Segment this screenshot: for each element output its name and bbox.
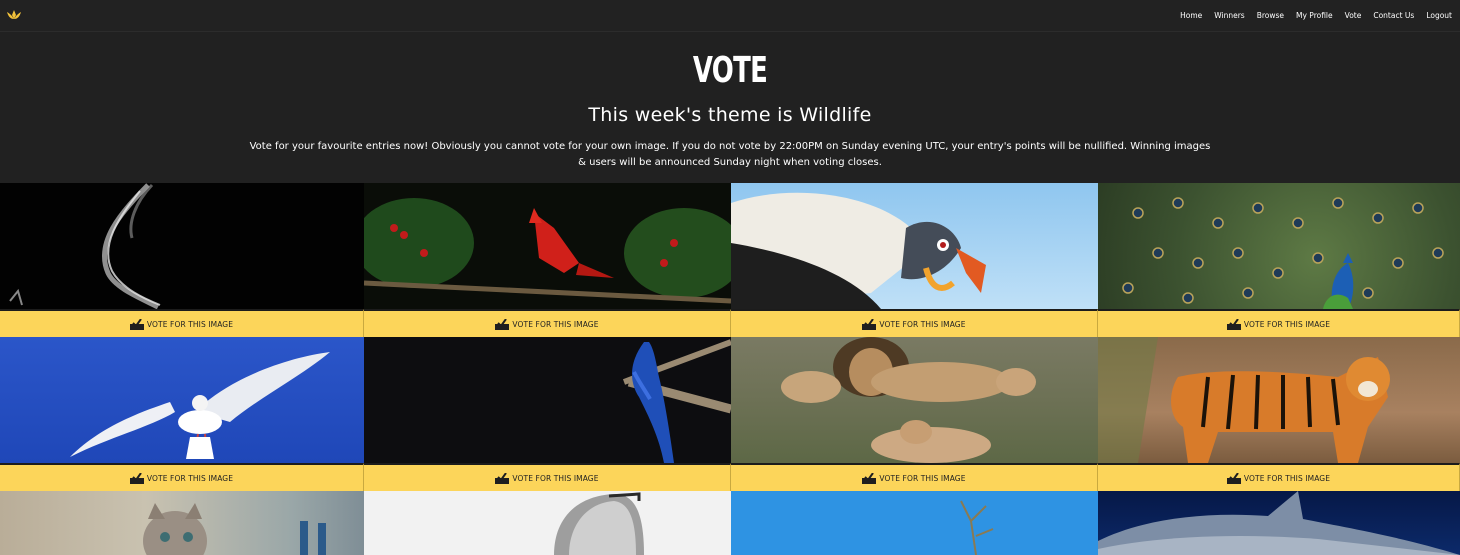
entry-card: VOTE FOR THIS IMAGE xyxy=(1098,183,1460,337)
seagull-image[interactable] xyxy=(0,337,364,463)
voting-instructions: Vote for your favourite entries now! Obv… xyxy=(249,141,1211,168)
tiger-image[interactable] xyxy=(1098,337,1460,463)
nav-vote-link[interactable]: Vote xyxy=(1345,11,1362,20)
nav-browse-link[interactable]: Browse xyxy=(1257,11,1284,20)
entry-card: VOTE FOR THIS IMAGE xyxy=(364,337,731,491)
top-navbar: Home Winners Browse My Profile Vote Cont… xyxy=(0,0,1460,32)
vote-button[interactable]: VOTE FOR THIS IMAGE xyxy=(1098,309,1460,337)
horse-image[interactable] xyxy=(364,491,731,555)
nav-contact-us-link[interactable]: Contact Us xyxy=(1373,11,1414,20)
ballot-box-check-icon xyxy=(1226,318,1241,330)
vote-button[interactable]: VOTE FOR THIS IMAGE xyxy=(731,309,1098,337)
entry-card: VOTE FOR THIS IMAGE xyxy=(731,337,1098,491)
vote-button-label: VOTE FOR THIS IMAGE xyxy=(1243,473,1331,483)
ballot-box-check-icon xyxy=(129,318,144,330)
nav-logout-link[interactable]: Logout xyxy=(1426,11,1452,20)
vote-button-label: VOTE FOR THIS IMAGE xyxy=(1243,319,1331,329)
vote-button-label: VOTE FOR THIS IMAGE xyxy=(879,473,966,483)
page-title: VOTE xyxy=(692,50,768,91)
lions-image[interactable] xyxy=(731,337,1098,463)
vote-button[interactable]: VOTE FOR THIS IMAGE xyxy=(731,463,1098,491)
vote-button-label: VOTE FOR THIS IMAGE xyxy=(146,473,234,483)
vote-button[interactable]: VOTE FOR THIS IMAGE xyxy=(1098,463,1460,491)
ballot-box-check-icon xyxy=(862,318,877,330)
vote-button[interactable]: VOTE FOR THIS IMAGE xyxy=(0,463,364,491)
entry-card: VOTE FOR THIS IMAGE xyxy=(731,183,1098,337)
entry-card xyxy=(731,491,1098,555)
dolphin-image[interactable] xyxy=(1098,491,1460,555)
theme-subtitle: This week's theme is Wildlife xyxy=(588,104,872,126)
vote-button-label: VOTE FOR THIS IMAGE xyxy=(512,473,599,483)
vote-button[interactable]: VOTE FOR THIS IMAGE xyxy=(364,463,731,491)
nav-winners-link[interactable]: Winners xyxy=(1214,11,1244,20)
ballot-box-check-icon xyxy=(862,472,877,484)
entry-card: VOTE FOR THIS IMAGE xyxy=(364,183,731,337)
nav-links: Home Winners Browse My Profile Vote Cont… xyxy=(1174,0,1458,31)
ballot-box-check-icon xyxy=(495,472,510,484)
entry-card xyxy=(1098,491,1460,555)
vulture-image[interactable] xyxy=(731,183,1098,309)
entry-card: VOTE FOR THIS IMAGE xyxy=(0,337,364,491)
vote-button-label: VOTE FOR THIS IMAGE xyxy=(879,319,966,329)
kitten-image[interactable] xyxy=(0,491,364,555)
entry-card: VOTE FOR THIS IMAGE xyxy=(0,183,364,337)
nav-my-profile-link[interactable]: My Profile xyxy=(1296,11,1333,20)
peacock-image[interactable] xyxy=(1098,183,1460,309)
nav-home-link[interactable]: Home xyxy=(1180,11,1202,20)
entry-card xyxy=(364,491,731,555)
macaw-image[interactable] xyxy=(364,337,731,463)
entry-card xyxy=(0,491,364,555)
cardinal-image[interactable] xyxy=(364,183,731,309)
ballot-box-check-icon xyxy=(1226,472,1241,484)
vote-button[interactable]: VOTE FOR THIS IMAGE xyxy=(364,309,731,337)
vote-button-label: VOTE FOR THIS IMAGE xyxy=(512,319,599,329)
vote-button[interactable]: VOTE FOR THIS IMAGE xyxy=(0,309,364,337)
splash-image[interactable] xyxy=(0,183,364,309)
entry-card: VOTE FOR THIS IMAGE xyxy=(1098,337,1460,491)
ballot-box-check-icon xyxy=(129,472,144,484)
branch-sky-image[interactable] xyxy=(731,491,1098,555)
ballot-box-check-icon xyxy=(495,318,510,330)
vote-button-label: VOTE FOR THIS IMAGE xyxy=(146,319,234,329)
lotus-logo-icon[interactable] xyxy=(6,9,22,21)
